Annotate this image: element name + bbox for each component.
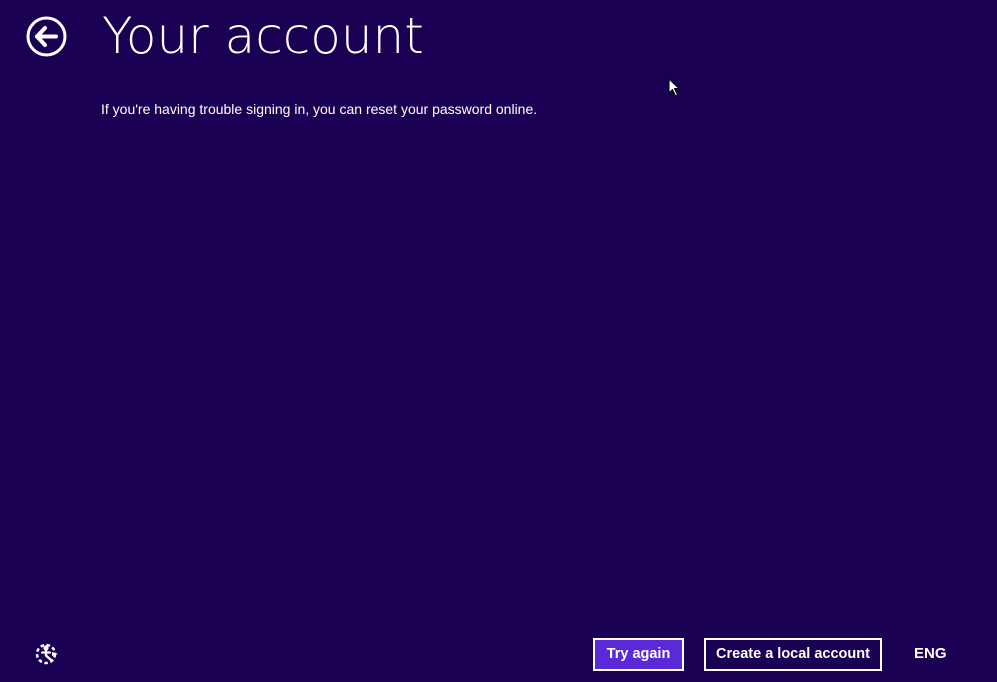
create-local-account-button[interactable]: Create a local account bbox=[704, 638, 882, 671]
hiva-shabake-watermark-logo: هیوا شبکه bbox=[414, 631, 415, 671]
page-title: Your account bbox=[102, 7, 424, 65]
input-language-indicator[interactable]: ENG bbox=[914, 645, 947, 663]
try-again-button[interactable]: Try again bbox=[593, 638, 684, 671]
reset-password-message: If you're having trouble signing in, you… bbox=[101, 101, 538, 117]
ease-of-access-icon[interactable] bbox=[32, 640, 60, 668]
mouse-pointer-icon bbox=[668, 78, 680, 97]
back-arrow-icon[interactable] bbox=[26, 16, 67, 57]
